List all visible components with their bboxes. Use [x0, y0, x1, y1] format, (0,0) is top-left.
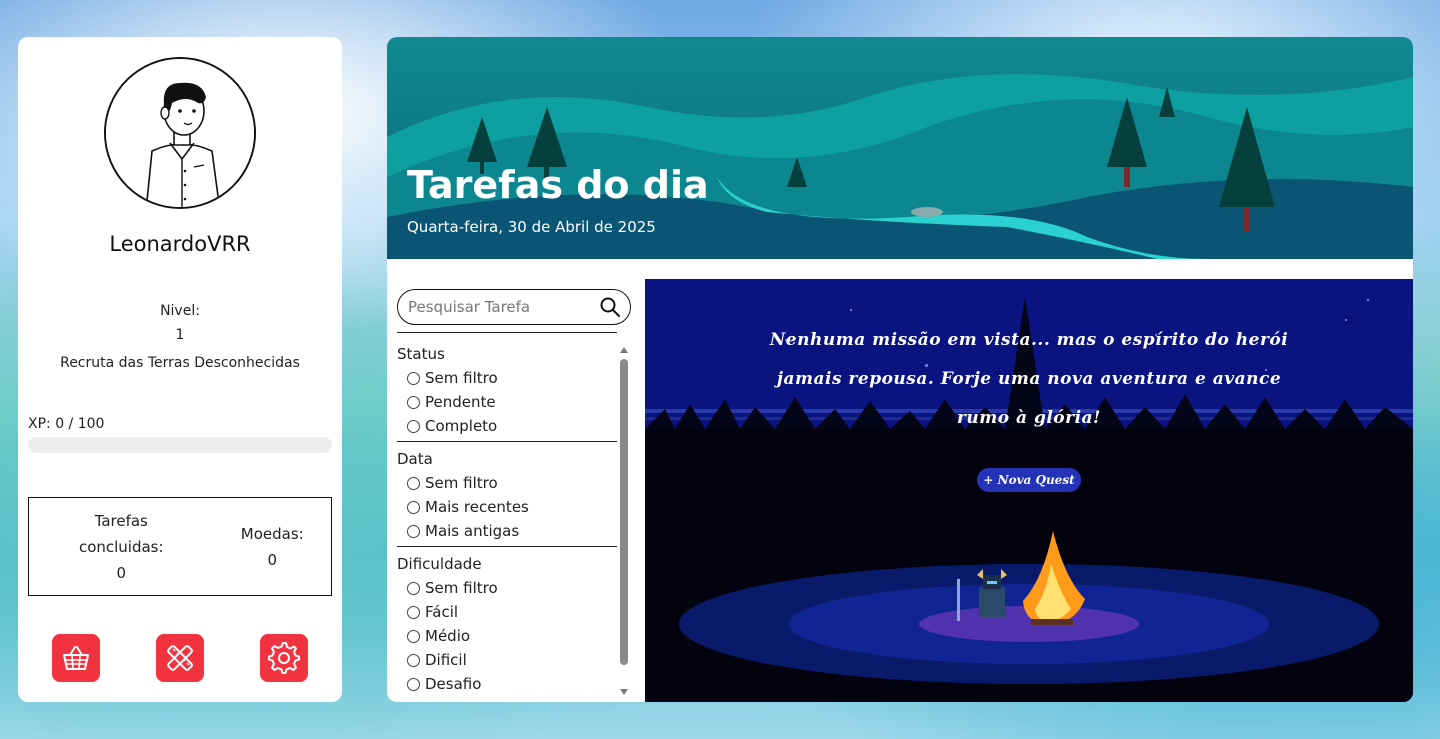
tools-icon: [167, 645, 193, 671]
filters-scrollbar[interactable]: [617, 347, 631, 695]
avatar: [104, 57, 256, 209]
filter-option-difficulty-challenge[interactable]: Desafio: [397, 672, 617, 696]
tasks-completed-label: Tarefas concluidas:: [78, 511, 164, 556]
tasks-completed-value: 0: [116, 563, 127, 582]
gear-icon: [268, 642, 300, 674]
shop-button[interactable]: [52, 634, 100, 682]
radio-button[interactable]: [407, 677, 420, 691]
profile-card: LeonardoVRR Nivel: 1 Recruta das Terras …: [18, 37, 342, 702]
filter-option-label: Mais recentes: [425, 498, 529, 516]
filter-group-title: Status: [397, 345, 445, 363]
filters-panel: Status Sem filtro Pendente Completo Data…: [397, 289, 631, 697]
page-title: Tarefas do dia: [407, 163, 709, 207]
filter-option-status-none[interactable]: Sem filtro: [397, 366, 617, 390]
radio-button[interactable]: [407, 581, 420, 595]
filter-option-difficulty-none[interactable]: Sem filtro: [397, 576, 617, 600]
basket-icon: [63, 646, 89, 670]
banner: Tarefas do dia Quarta-feira, 30 de Abril…: [387, 37, 1413, 259]
filter-option-label: Mais antigas: [425, 522, 520, 540]
radio-button[interactable]: [407, 500, 420, 514]
filter-option-label: Pendente: [425, 393, 496, 411]
filter-option-label: Fácil: [425, 603, 459, 621]
filter-option-difficulty-medium[interactable]: Médio: [397, 624, 617, 648]
filter-group-date: Data Sem filtro Mais recentes Mais antig…: [397, 447, 617, 543]
filter-group-title: Dificuldade: [397, 555, 482, 573]
empty-quest-message: Nenhuma missão em vista... mas o espírit…: [769, 330, 1289, 428]
level-value: 1: [175, 327, 185, 343]
radio-button[interactable]: [407, 524, 420, 538]
filter-option-status-pending[interactable]: Pendente: [397, 390, 617, 414]
search-icon[interactable]: [600, 297, 620, 317]
search-input[interactable]: [408, 298, 594, 316]
new-quest-button[interactable]: + Nova Quest: [977, 468, 1081, 492]
scroll-down-arrow-icon[interactable]: [620, 689, 628, 695]
divider: [397, 332, 617, 333]
coins-stat: Moedas: 0: [241, 521, 304, 573]
filter-option-date-recent[interactable]: Mais recentes: [397, 495, 617, 519]
quest-panel: Nenhuma missão em vista... mas o espírit…: [645, 279, 1413, 702]
filter-group-title: Data: [397, 450, 433, 468]
radio-button[interactable]: [407, 419, 420, 433]
filter-option-label: Sem filtro: [425, 369, 498, 387]
coins-label: Moedas:: [240, 524, 304, 543]
filter-option-date-oldest[interactable]: Mais antigas: [397, 519, 617, 543]
radio-button[interactable]: [407, 653, 420, 667]
scroll-up-arrow-icon[interactable]: [620, 347, 628, 353]
search-box: [397, 289, 631, 325]
xp-text: XP: 0 / 100: [28, 416, 105, 432]
filter-option-label: Dificil: [425, 651, 467, 669]
username: LeonardoVRR: [109, 232, 251, 256]
radio-button[interactable]: [407, 395, 420, 409]
divider: [397, 546, 617, 547]
level-label: Nivel:: [160, 303, 200, 319]
action-row: [52, 634, 308, 682]
stats-box: Tarefas concluidas: 0 Moedas: 0: [28, 497, 332, 596]
divider: [397, 441, 617, 442]
radio-button[interactable]: [407, 476, 420, 490]
settings-button[interactable]: [260, 634, 308, 682]
date-label: Quarta-feira, 30 de Abril de 2025: [407, 218, 656, 236]
radio-button[interactable]: [407, 605, 420, 619]
filter-group-difficulty: Dificuldade Sem filtro Fácil Médio Dific…: [397, 552, 617, 696]
filter-option-label: Sem filtro: [425, 474, 498, 492]
user-portrait-icon: [106, 59, 254, 207]
filter-group-status: Status Sem filtro Pendente Completo: [397, 342, 617, 438]
xp-progress-bar: [28, 437, 332, 453]
main-panel: Tarefas do dia Quarta-feira, 30 de Abril…: [387, 37, 1413, 702]
filter-option-difficulty-easy[interactable]: Fácil: [397, 600, 617, 624]
filter-option-label: Médio: [425, 627, 471, 645]
tasks-completed-stat: Tarefas concluidas: 0: [56, 508, 186, 586]
coins-value: 0: [267, 550, 278, 569]
filter-option-status-complete[interactable]: Completo: [397, 414, 617, 438]
filter-option-label: Completo: [425, 417, 498, 435]
filter-option-difficulty-hard[interactable]: Dificil: [397, 648, 617, 672]
radio-button[interactable]: [407, 629, 420, 643]
filter-option-label: Sem filtro: [425, 579, 498, 597]
scrollbar-thumb[interactable]: [620, 359, 628, 665]
level-title: Recruta das Terras Desconhecidas: [60, 355, 300, 371]
filter-option-label: Desafio: [425, 675, 482, 693]
radio-button[interactable]: [407, 371, 420, 385]
tools-button[interactable]: [156, 634, 204, 682]
filter-option-date-none[interactable]: Sem filtro: [397, 471, 617, 495]
